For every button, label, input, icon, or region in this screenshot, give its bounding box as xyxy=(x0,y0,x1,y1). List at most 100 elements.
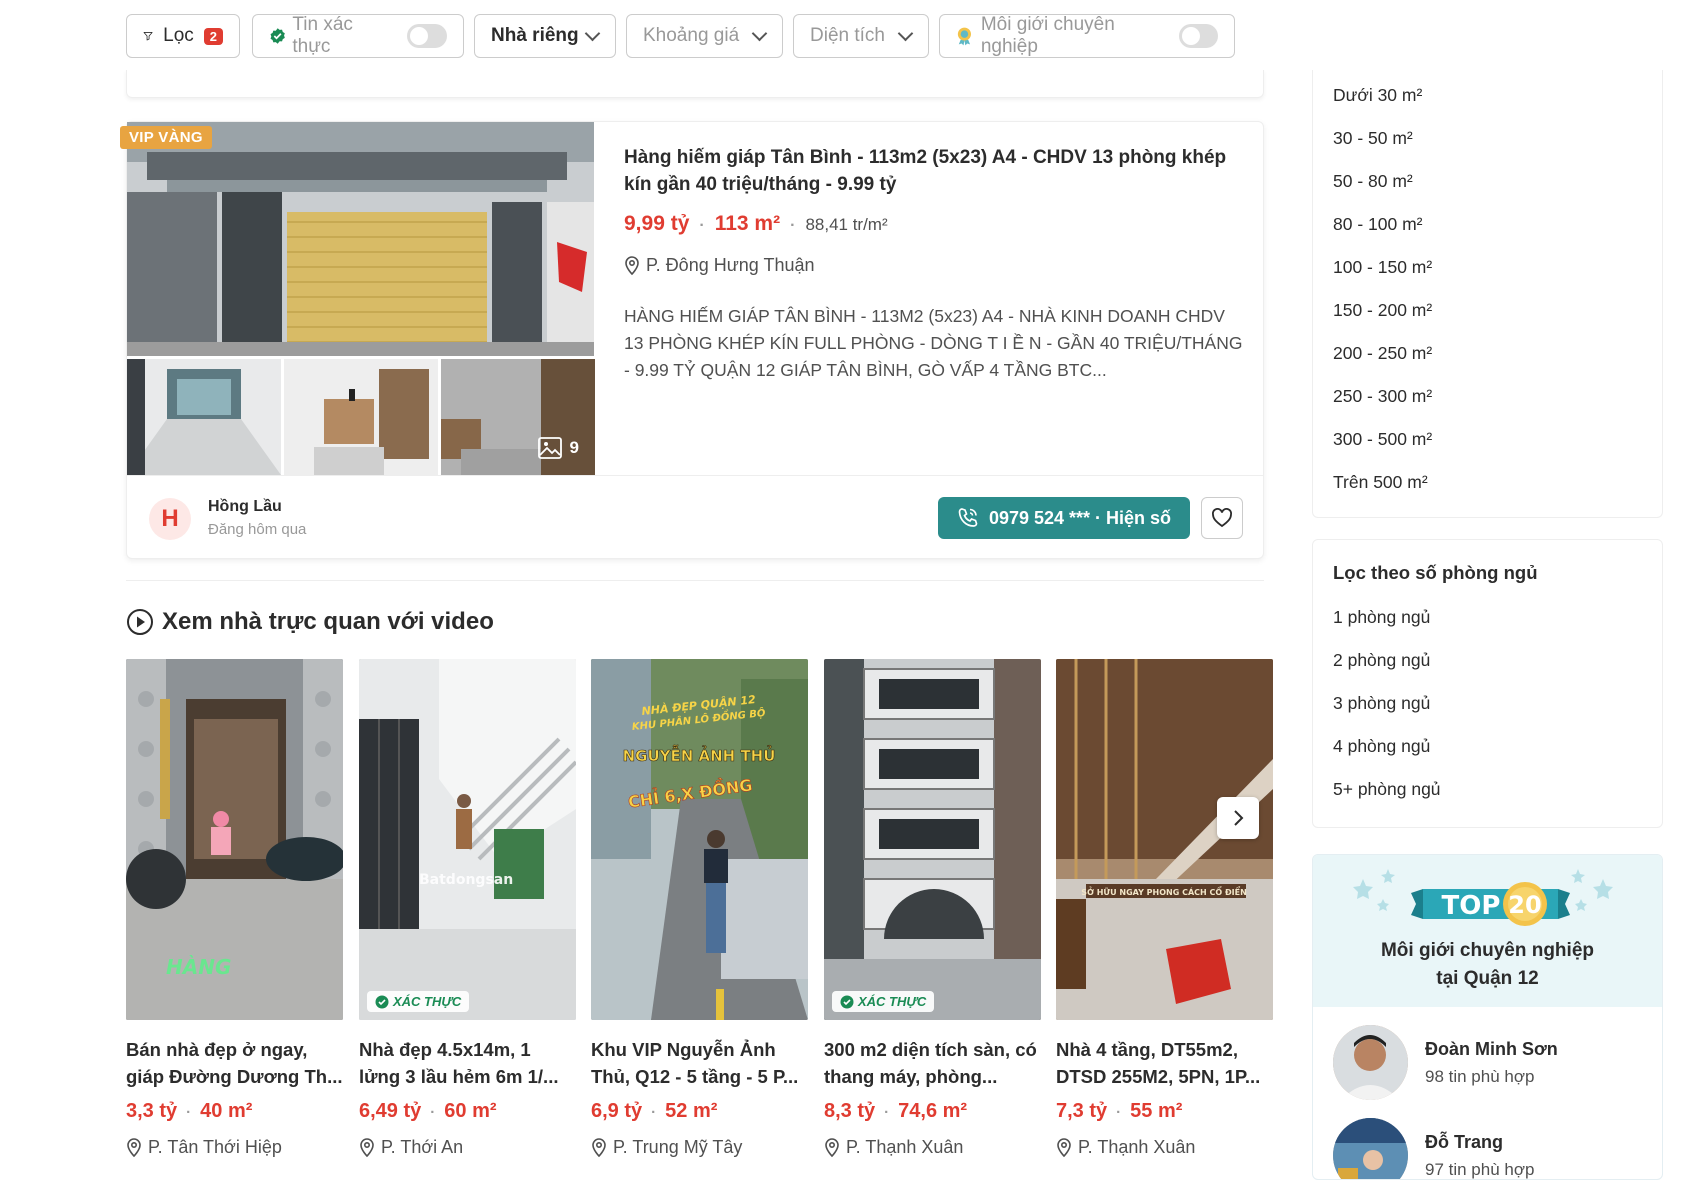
separator-dot: · xyxy=(430,1104,436,1121)
video-card[interactable]: SỞ HỮU NGAY PHONG CÁCH CỔ ĐIỂN Nhà 4 tần… xyxy=(1056,659,1273,1158)
video-card-title[interactable]: Nhà đẹp 4.5x14m, 1 lửng 3 lầu hẻm 6m 1/.… xyxy=(359,1036,576,1090)
verified-badge: XÁC THỰC xyxy=(367,991,470,1012)
svg-text:TOP: TOP xyxy=(1442,891,1501,921)
area-dropdown[interactable]: Diện tích xyxy=(793,14,929,58)
funnel-icon xyxy=(143,32,153,41)
svg-text:Batdongsan: Batdongsan xyxy=(419,872,513,888)
video-thumbnail[interactable]: SỞ HỮU NGAY PHONG CÁCH CỔ ĐIỂN xyxy=(1056,659,1273,1020)
video-card-title[interactable]: Khu VIP Nguyễn Ảnh Thủ, Q12 - 5 tầng - 5… xyxy=(591,1036,808,1090)
area-option[interactable]: 250 - 300 m² xyxy=(1313,375,1662,418)
video-thumbnail[interactable]: XÁC THỰC xyxy=(824,659,1041,1020)
area-option[interactable]: Trên 500 m² xyxy=(1313,461,1662,504)
avatar[interactable]: H xyxy=(149,498,191,540)
top-agents-title-line2: tại Quận 12 xyxy=(1436,968,1539,989)
posted-time: Đăng hôm qua xyxy=(208,521,307,538)
video-card-title[interactable]: Nhà 4 tầng, DT55m2, DTSD 255M2, 5PN, 1P.… xyxy=(1056,1036,1273,1090)
filter-button[interactable]: Lọc 2 xyxy=(126,14,240,58)
area-option[interactable]: 30 - 50 m² xyxy=(1313,117,1662,160)
video-card[interactable]: HÀNG Bán nhà đẹp ở ngay, giáp Đường Dươn… xyxy=(126,659,343,1158)
bedroom-option[interactable]: 4 phòng ngủ xyxy=(1313,725,1662,768)
area-option[interactable]: Dưới 30 m² xyxy=(1313,74,1662,117)
show-phone-label: 0979 524 *** · Hiện số xyxy=(988,507,1172,528)
video-card-area: 40 m² xyxy=(200,1100,253,1122)
avatar[interactable] xyxy=(1333,1025,1408,1100)
listing-description: HÀNG HIẾM GIÁP TÂN BÌNH - 113M2 (5x23) A… xyxy=(624,306,1243,380)
previous-listing-card xyxy=(126,70,1264,98)
top-agents-header: TOP 20 Môi giới chuyên nghiệp tại Quận 1… xyxy=(1313,855,1662,1007)
video-section-title: Xem nhà trực quan với video xyxy=(162,608,494,635)
video-card-location-text: P. Trung Mỹ Tây xyxy=(613,1137,743,1157)
bedroom-option[interactable]: 3 phòng ngủ xyxy=(1313,682,1662,725)
top-agent-item[interactable]: Đoàn Minh Sơn 98 tin phù hợp xyxy=(1333,1025,1558,1100)
separator-dot: · xyxy=(884,1104,890,1121)
video-card-price-line: 8,3 tỷ · 74,6 m² xyxy=(824,1100,1041,1123)
top-agents-box: TOP 20 Môi giới chuyên nghiệp tại Quận 1… xyxy=(1312,854,1663,1180)
show-phone-button[interactable]: 0979 524 *** · Hiện số xyxy=(938,497,1190,539)
area-option[interactable]: 150 - 200 m² xyxy=(1313,289,1662,332)
video-card[interactable]: NHÀ ĐẸP QUẬN 12 KHU PHÂN LÔ ĐỒNG BỘ NGUY… xyxy=(591,659,808,1158)
vip-badge: VIP VÀNG xyxy=(120,126,212,149)
chevron-down-icon xyxy=(585,29,599,43)
separator-dot: · xyxy=(651,1104,657,1121)
price-range-label: Khoảng giá xyxy=(643,25,740,46)
filter-count-badge: 2 xyxy=(203,27,223,45)
video-card[interactable]: Batdongsan XÁC THỰC Nhà đẹp 4.5x14m, 1 l… xyxy=(359,659,576,1158)
svg-text:HÀNG: HÀNG xyxy=(166,955,231,979)
chevron-right-icon xyxy=(1234,810,1244,826)
listing-thumb-3[interactable]: 9 xyxy=(441,359,595,475)
video-thumbnail[interactable]: Batdongsan XÁC THỰC xyxy=(359,659,576,1020)
property-type-dropdown[interactable]: Nhà riêng xyxy=(474,14,616,58)
video-card-location-text: P. Tân Thới Hiệp xyxy=(148,1137,282,1157)
verified-toggle[interactable] xyxy=(406,24,447,48)
area-option[interactable]: 80 - 100 m² xyxy=(1313,203,1662,246)
play-circle-icon xyxy=(127,609,153,635)
top-agent-item[interactable]: Đỗ Trang 97 tin phù hợp xyxy=(1333,1118,1535,1179)
bedroom-option[interactable]: 2 phòng ngủ xyxy=(1313,639,1662,682)
listing-card[interactable]: VIP VÀNG 9 Hàng hiếm giáp Tân Bình - 113 xyxy=(120,121,1264,559)
area-option[interactable]: 200 - 250 m² xyxy=(1313,332,1662,375)
verified-badge-label: XÁC THỰC xyxy=(393,994,462,1009)
verified-filter[interactable]: Tin xác thực xyxy=(252,14,464,58)
video-card-price: 7,3 tỷ xyxy=(1056,1100,1108,1122)
pro-agent-filter[interactable]: Môi giới chuyên nghiệp xyxy=(939,14,1235,58)
top-agent-name[interactable]: Đoàn Minh Sơn xyxy=(1425,1039,1558,1060)
video-card-area: 74,6 m² xyxy=(898,1100,968,1122)
area-option[interactable]: 300 - 500 m² xyxy=(1313,418,1662,461)
listing-main-image[interactable] xyxy=(127,122,594,356)
top-agent-count: 97 tin phù hợp xyxy=(1425,1159,1535,1179)
video-card-location: P. Thạnh Xuân xyxy=(824,1137,1041,1158)
carousel-next-button[interactable] xyxy=(1217,797,1259,839)
verified-check-icon xyxy=(375,995,389,1008)
verified-check-icon xyxy=(840,995,854,1008)
video-thumbnail[interactable]: HÀNG xyxy=(126,659,343,1020)
video-card-location: P. Thạnh Xuân xyxy=(1056,1137,1273,1158)
area-option[interactable]: 100 - 150 m² xyxy=(1313,246,1662,289)
price-range-dropdown[interactable]: Khoảng giá xyxy=(626,14,783,58)
bedroom-option[interactable]: 1 phòng ngủ xyxy=(1313,596,1662,639)
area-option[interactable]: 50 - 80 m² xyxy=(1313,160,1662,203)
listing-thumb-2[interactable] xyxy=(284,359,438,475)
verified-filter-label: Tin xác thực xyxy=(292,14,353,57)
avatar[interactable] xyxy=(1333,1118,1408,1179)
video-card-title[interactable]: Bán nhà đẹp ở ngay, giáp Đường Dương Th.… xyxy=(126,1036,343,1090)
location-pin-icon xyxy=(825,1137,839,1157)
save-listing-button[interactable] xyxy=(1201,497,1243,539)
video-card-title[interactable]: 300 m2 diện tích sàn, có thang máy, phòn… xyxy=(824,1036,1041,1090)
listing-price: 9,99 tỷ xyxy=(624,212,690,235)
location-pin-icon xyxy=(625,255,639,275)
video-thumbnail[interactable]: NHÀ ĐẸP QUẬN 12 KHU PHÂN LÔ ĐỒNG BỘ NGUY… xyxy=(591,659,808,1020)
video-card[interactable]: XÁC THỰC 300 m2 diện tích sàn, có thang … xyxy=(824,659,1041,1158)
agent-name[interactable]: Hồng Lầu xyxy=(208,498,282,516)
listing-thumb-1[interactable] xyxy=(127,359,281,475)
video-card-location: P. Trung Mỹ Tây xyxy=(591,1137,808,1158)
heart-icon xyxy=(1212,508,1232,528)
listing-title[interactable]: Hàng hiếm giáp Tân Bình - 113m2 (5x23) A… xyxy=(624,144,1234,198)
listing-area: 113 m² xyxy=(714,212,781,235)
bedroom-option[interactable]: 5+ phòng ngủ xyxy=(1313,768,1662,811)
pro-agent-toggle[interactable] xyxy=(1178,24,1219,48)
location-pin-icon xyxy=(592,1137,606,1157)
location-pin-icon xyxy=(127,1137,141,1157)
top-agent-name[interactable]: Đỗ Trang xyxy=(1425,1132,1534,1153)
top20-banner-icon: TOP 20 xyxy=(1353,869,1613,926)
bedroom-filter-box: Lọc theo số phòng ngủ 1 phòng ngủ 2 phòng… xyxy=(1312,539,1663,828)
